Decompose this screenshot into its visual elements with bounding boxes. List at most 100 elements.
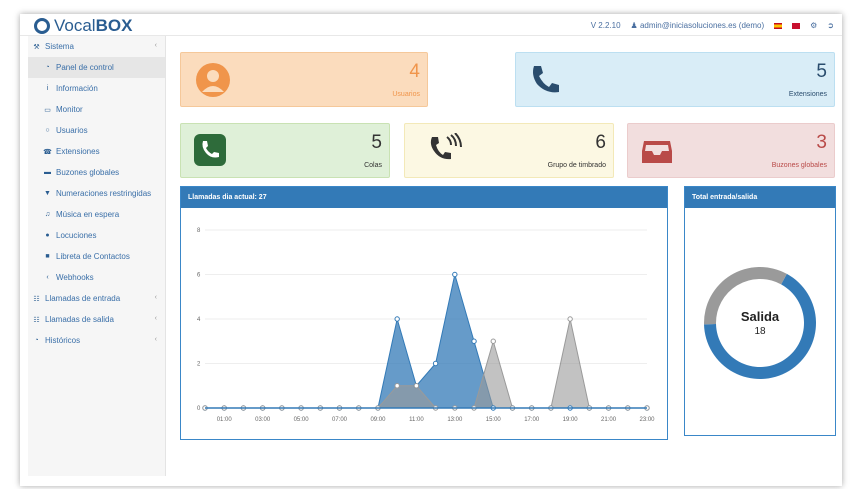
- sidebar-item-1[interactable]: ◔ Panel de control: [28, 57, 165, 78]
- stat-label: Buzones globales: [771, 162, 827, 169]
- y-tick-label: 0: [197, 406, 201, 412]
- x-tick-label: 21:00: [601, 417, 617, 423]
- x-tick-label: 09:00: [370, 417, 386, 423]
- sidebar-item-label: Panel de control: [56, 63, 114, 72]
- monitor-icon: ▭: [44, 106, 51, 114]
- filter-icon: ▼: [44, 190, 51, 197]
- sidebar: ⚒ Sistema ‹ ◔ Panel de control i Información ▭ M…: [28, 36, 166, 476]
- sidebar-item-label: Históricos: [45, 336, 81, 345]
- calls-chart-title: Llamadas dia actual: 27: [181, 187, 667, 208]
- sidebar-item-label: Buzones globales: [56, 168, 120, 177]
- stat-value: 5: [816, 61, 827, 82]
- chevron-left-icon: ‹: [154, 42, 157, 49]
- sidebar-item-12[interactable]: ☷ Llamadas de entrada ‹: [28, 288, 165, 309]
- sidebar-item-10[interactable]: ■ Libreta de Contactos: [28, 246, 165, 267]
- x-tick-label: 01:00: [217, 417, 233, 423]
- y-tick-label: 8: [197, 228, 201, 234]
- stat-card-1[interactable]: 5 Extensiones: [515, 52, 835, 107]
- sidebar-item-3[interactable]: ▭ Monitor: [28, 99, 165, 120]
- sidebar-item-5[interactable]: ☎ Extensiones: [28, 141, 165, 162]
- donut-title: Total entrada/salida: [685, 187, 835, 208]
- sidebar-item-14[interactable]: ◔ Históricos ‹: [28, 330, 165, 351]
- phone-square-icon: [193, 133, 227, 169]
- data-point[interactable]: [567, 316, 573, 322]
- stat-value: 4: [409, 61, 420, 82]
- stat-value: 6: [595, 132, 606, 153]
- sidebar-item-label: Extensiones: [56, 147, 100, 156]
- address-book-icon: ■: [45, 253, 50, 260]
- sidebar-item-7[interactable]: ▼ Numeraciones restringidas: [28, 183, 165, 204]
- stat-label: Grupo de timbrado: [547, 162, 606, 169]
- top-bar: VocalBOX V 2.2.10 ♟ admin@iniciasolucion…: [20, 14, 842, 36]
- app-logo[interactable]: VocalBOX: [34, 16, 132, 36]
- x-tick-label: 11:00: [409, 417, 424, 423]
- phone-icon: ☎: [43, 148, 52, 156]
- data-point[interactable]: [394, 316, 400, 322]
- version-label: V 2.2.10: [590, 21, 621, 30]
- y-tick-label: 6: [197, 273, 201, 279]
- data-point[interactable]: [490, 338, 496, 344]
- sidebar-item-4[interactable]: ○ Usuarios: [28, 120, 165, 141]
- sidebar-item-6[interactable]: ▬ Buzones globales: [28, 162, 165, 183]
- logout-icon[interactable]: ➲: [827, 21, 834, 30]
- chevron-left-icon: ‹: [154, 336, 157, 343]
- stat-label: Colas: [364, 162, 382, 169]
- x-tick-label: 07:00: [332, 417, 348, 423]
- inbox-icon: [640, 137, 674, 167]
- y-tick-label: 2: [197, 362, 201, 368]
- data-point[interactable]: [432, 360, 439, 367]
- sidebar-item-0[interactable]: ⚒ Sistema ‹: [28, 36, 165, 57]
- dashboard-icon: ◔: [45, 64, 50, 71]
- sidebar-item-label: Numeraciones restringidas: [56, 189, 152, 198]
- stat-label: Extensiones: [788, 91, 827, 98]
- sidebar-item-label: Usuarios: [56, 126, 88, 135]
- sidebar-item-label: Llamadas de salida: [45, 315, 114, 324]
- donut-panel: Total entrada/salida Salida 18: [684, 186, 836, 436]
- data-point[interactable]: [452, 271, 458, 278]
- data-point[interactable]: [394, 383, 400, 389]
- logo-text-a: Vocal: [54, 16, 96, 35]
- x-tick-label: 17:00: [524, 417, 540, 423]
- tree-icon: ☷: [33, 295, 40, 303]
- sidebar-item-13[interactable]: ☷ Llamadas de salida ‹: [28, 309, 165, 330]
- stat-label: Usuarios: [392, 91, 420, 98]
- sidebar-item-9[interactable]: ● Locuciones: [28, 225, 165, 246]
- logo-text-b: BOX: [95, 16, 133, 35]
- sidebar-item-label: Locuciones: [56, 231, 97, 240]
- stat-card-2[interactable]: 5 Colas: [180, 123, 390, 178]
- donut-center-label: Salida: [741, 309, 780, 324]
- stat-value: 3: [816, 132, 827, 153]
- sidebar-item-8[interactable]: ♫ Música en espera: [28, 204, 165, 225]
- sidebar-item-label: Monitor: [56, 105, 83, 114]
- logo-icon: [34, 18, 50, 34]
- x-tick-label: 05:00: [294, 417, 310, 423]
- user-circle-icon: [195, 62, 231, 100]
- settings-icon[interactable]: ⚙: [810, 21, 817, 30]
- stat-card-3[interactable]: 6 Grupo de timbrado: [404, 123, 614, 178]
- user-menu[interactable]: ♟ admin@iniciasoluciones.es (demo): [631, 21, 765, 30]
- sidebar-item-11[interactable]: ‹ Webhooks: [28, 267, 165, 288]
- stat-card-0[interactable]: 4 Usuarios: [180, 52, 428, 107]
- sidebar-item-label: Webhooks: [56, 273, 94, 282]
- sidebar-item-2[interactable]: i Información: [28, 78, 165, 99]
- user-icon: ○: [45, 127, 50, 134]
- stat-card-4[interactable]: 3 Buzones globales: [627, 123, 835, 178]
- x-tick-label: 23:00: [639, 417, 655, 423]
- inout-donut-chart: Salida 18: [704, 267, 816, 379]
- x-tick-label: 19:00: [563, 417, 579, 423]
- phone-icon: [528, 62, 562, 98]
- data-point[interactable]: [413, 383, 420, 389]
- wrench-icon: ⚒: [33, 43, 40, 51]
- chevron-left-icon: ‹: [154, 294, 157, 301]
- inbox-icon: ▬: [44, 169, 51, 176]
- music-icon: ♫: [44, 211, 51, 218]
- spanish-flag-icon[interactable]: [774, 22, 783, 29]
- donut-center-value: 18: [754, 326, 766, 337]
- x-tick-label: 03:00: [255, 417, 271, 423]
- x-tick-label: 15:00: [486, 417, 502, 423]
- share-icon: ‹: [46, 274, 49, 281]
- english-flag-icon[interactable]: [792, 22, 801, 29]
- sidebar-item-label: Llamadas de entrada: [45, 294, 121, 303]
- data-point[interactable]: [471, 338, 477, 344]
- sidebar-item-label: Libreta de Contactos: [56, 252, 130, 261]
